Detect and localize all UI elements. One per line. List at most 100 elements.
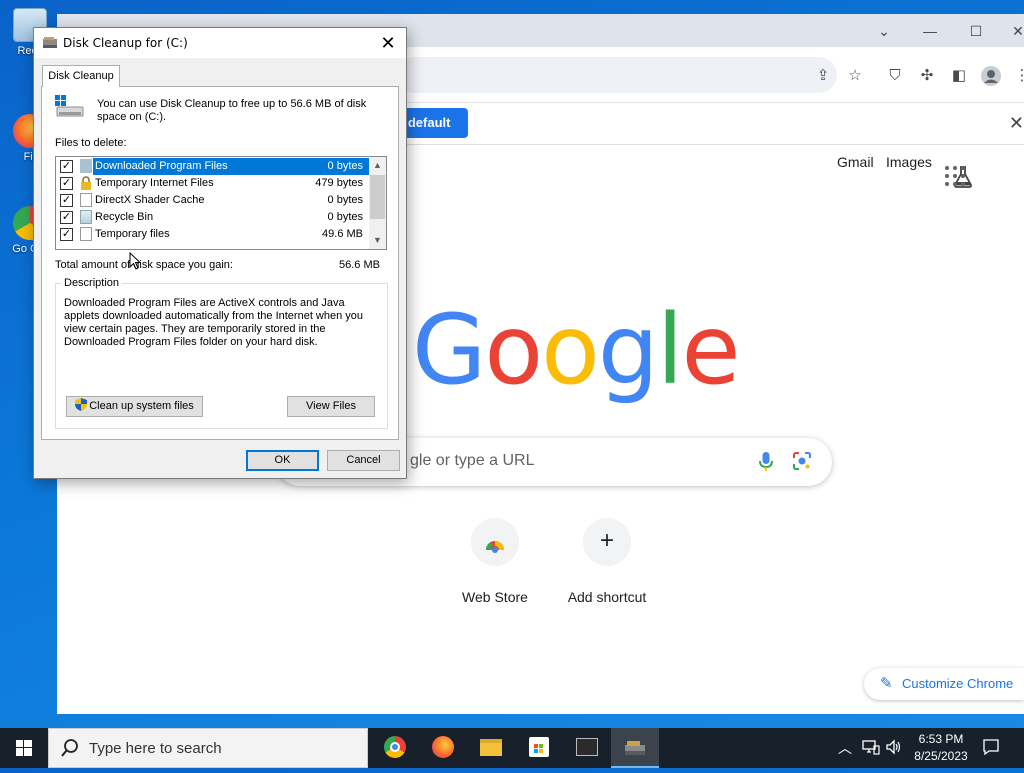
volume-icon[interactable] xyxy=(885,739,903,758)
folder-icon xyxy=(480,739,502,756)
terminal-icon xyxy=(576,738,598,756)
clock-date: 8/25/2023 xyxy=(914,749,968,763)
recycle-bin-icon xyxy=(80,210,92,224)
disk-cleanup-icon xyxy=(624,739,646,762)
checkbox[interactable]: ✓ xyxy=(60,211,73,224)
mouse-cursor xyxy=(129,251,142,271)
extensions-puzzle-icon[interactable]: ✣ xyxy=(917,66,937,86)
notifications-icon[interactable] xyxy=(982,738,1000,759)
side-panel-icon[interactable]: ◧ xyxy=(949,66,969,86)
google-lens-icon[interactable] xyxy=(792,451,812,471)
google-apps-icon[interactable] xyxy=(945,166,965,186)
maximize-button[interactable]: ☐ xyxy=(961,20,991,42)
taskbar-clock[interactable]: 6:53 PM 8/25/2023 xyxy=(910,731,972,765)
scroll-down-icon[interactable]: ▼ xyxy=(369,232,386,249)
checkbox[interactable]: ✓ xyxy=(60,228,73,241)
checkbox[interactable]: ✓ xyxy=(60,177,73,190)
start-button[interactable] xyxy=(0,728,48,768)
file-size: 479 bytes xyxy=(315,177,363,189)
address-bar[interactable] xyxy=(397,57,837,93)
intro-text: You can use Disk Cleanup to free up to 5… xyxy=(97,98,367,123)
description-text: Downloaded Program Files are ActiveX con… xyxy=(64,297,364,348)
plus-icon: + xyxy=(583,518,631,566)
shortcut-label: Web Store xyxy=(462,589,528,605)
checkbox[interactable]: ✓ xyxy=(60,194,73,207)
document-icon xyxy=(80,227,92,241)
chrome-icon xyxy=(384,736,406,758)
customize-chrome-button[interactable]: ✎ Customize Chrome xyxy=(864,668,1024,700)
profile-avatar-icon[interactable] xyxy=(981,66,1001,86)
gmail-link[interactable]: Gmail xyxy=(837,154,874,170)
clean-up-system-files-button[interactable]: Clean up system files xyxy=(66,396,203,417)
share-icon[interactable]: ⇪ xyxy=(813,66,833,86)
taskbar-file-explorer[interactable] xyxy=(467,728,515,768)
google-logo-letter: o xyxy=(541,294,600,406)
taskbar-terminal[interactable] xyxy=(563,728,611,768)
ublock-extension-icon[interactable]: ⛉ xyxy=(885,66,905,86)
network-icon[interactable] xyxy=(862,739,880,758)
tab-search-icon[interactable]: ⌄ xyxy=(869,20,899,42)
description-legend: Description xyxy=(61,277,123,289)
web-store-icon xyxy=(471,518,519,566)
infobar-close-icon[interactable]: ✕ xyxy=(1009,113,1024,134)
tab-disk-cleanup[interactable]: Disk Cleanup xyxy=(42,65,120,87)
taskbar: Type here to search ︿ 6:53 PM 8/25/2023 xyxy=(0,728,1024,768)
shortcut-add[interactable]: + Add shortcut xyxy=(562,518,652,605)
view-files-button[interactable]: View Files xyxy=(287,396,375,417)
images-link[interactable]: Images xyxy=(886,154,932,170)
taskbar-disk-cleanup[interactable] xyxy=(611,728,659,768)
total-space-label: Total amount of disk space you gain: xyxy=(55,259,233,271)
taskbar-firefox[interactable] xyxy=(419,728,467,768)
dialog-titlebar: Disk Cleanup for (C:) ✕ xyxy=(34,28,406,58)
google-logo-letter: l xyxy=(656,294,684,406)
microphone-icon[interactable] xyxy=(758,451,774,473)
checkbox[interactable]: ✓ xyxy=(60,160,73,173)
chrome-menu-icon[interactable]: ⋮ xyxy=(1012,66,1024,86)
folder-icon xyxy=(80,159,92,173)
shortcut-label: Add shortcut xyxy=(567,589,647,605)
google-logo: Google xyxy=(412,300,741,400)
close-button[interactable]: ✕ xyxy=(1003,20,1024,42)
search-icon xyxy=(61,738,79,763)
show-hidden-icons-icon[interactable]: ︿ xyxy=(838,738,852,758)
document-icon xyxy=(80,193,92,207)
file-name: Downloaded Program Files xyxy=(95,160,228,172)
google-logo-letter: o xyxy=(484,294,543,406)
file-row-temporary-files[interactable]: ✓ Temporary files 49.6 MB xyxy=(56,226,369,243)
clock-time: 6:53 PM xyxy=(918,732,964,746)
drive-icon xyxy=(55,95,85,119)
file-size: 0 bytes xyxy=(327,211,363,223)
taskbar-store[interactable] xyxy=(515,728,563,768)
button-label: Clean up system files xyxy=(89,400,194,412)
taskbar-chrome[interactable] xyxy=(371,728,419,768)
google-logo-letter: g xyxy=(597,294,659,406)
file-size: 0 bytes xyxy=(327,160,363,172)
bookmark-star-icon[interactable]: ☆ xyxy=(845,66,865,86)
file-row-directx-shader-cache[interactable]: ✓ DirectX Shader Cache 0 bytes xyxy=(56,192,369,209)
scroll-up-icon[interactable]: ▲ xyxy=(369,157,386,174)
file-row-temporary-internet-files[interactable]: ✓ Temporary Internet Files 479 bytes xyxy=(56,175,369,192)
file-name: Temporary Internet Files xyxy=(95,177,214,189)
taskbar-search-box[interactable]: Type here to search xyxy=(48,728,368,768)
files-to-delete-label: Files to delete: xyxy=(55,137,127,149)
search-placeholder: gle or type a URL xyxy=(410,452,535,469)
dialog-title: Disk Cleanup for (C:) xyxy=(63,36,188,50)
file-name: DirectX Shader Cache xyxy=(95,194,205,206)
dialog-close-icon[interactable]: ✕ xyxy=(376,31,400,55)
file-size: 49.6 MB xyxy=(322,228,363,240)
shortcut-web-store[interactable]: Web Store xyxy=(450,518,540,605)
taskbar-search-placeholder: Type here to search xyxy=(89,740,222,757)
windows-logo-icon xyxy=(16,740,32,756)
files-list-scrollbar[interactable]: ▲ ▼ xyxy=(369,157,386,249)
file-size: 0 bytes xyxy=(327,194,363,206)
ok-button[interactable]: OK xyxy=(246,450,319,471)
customize-chrome-label: Customize Chrome xyxy=(902,676,1014,691)
firefox-icon xyxy=(432,736,454,758)
google-logo-letter: e xyxy=(681,294,740,406)
file-row-recycle-bin[interactable]: ✓ Recycle Bin 0 bytes xyxy=(56,209,369,226)
file-row-downloaded-program-files[interactable]: ✓ Downloaded Program Files 0 bytes xyxy=(56,158,369,175)
scrollbar-thumb[interactable] xyxy=(370,175,385,219)
minimize-button[interactable]: — xyxy=(915,20,945,42)
files-list[interactable]: ✓ Downloaded Program Files 0 bytes ✓ Tem… xyxy=(55,156,387,250)
cancel-button[interactable]: Cancel xyxy=(327,450,400,471)
